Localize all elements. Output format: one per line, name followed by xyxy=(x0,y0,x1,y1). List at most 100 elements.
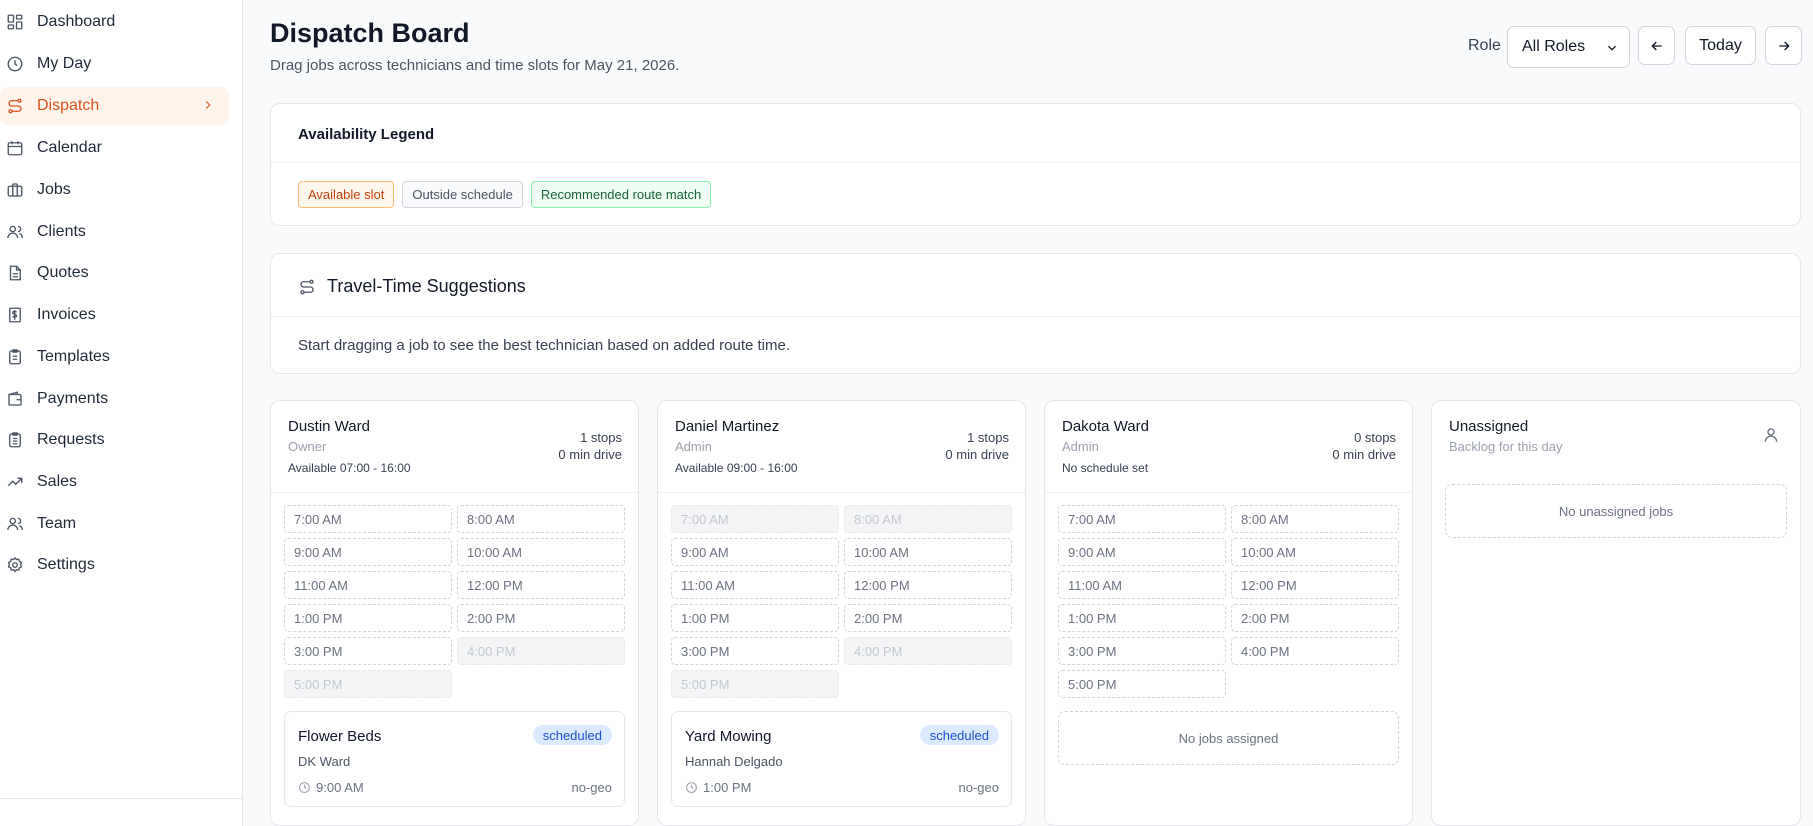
clock-icon xyxy=(299,782,310,793)
time-slot[interactable]: 10:00 AM xyxy=(1231,538,1399,566)
sidebar-item-clients[interactable]: Clients xyxy=(0,213,229,251)
unassigned-subtitle: Backlog for this day xyxy=(1449,439,1563,454)
time-slot[interactable]: 1:00 PM xyxy=(284,604,452,632)
sidebar-item-jobs[interactable]: Jobs xyxy=(0,171,229,209)
sidebar-item-dispatch[interactable]: Dispatch xyxy=(0,87,229,125)
technician-role: Owner xyxy=(288,439,327,454)
route-icon xyxy=(6,97,24,115)
job-geo: no-geo xyxy=(571,780,612,795)
job-card[interactable]: Flower Beds scheduled DK Ward 9:00 AM no… xyxy=(284,711,625,807)
legend-title: Availability Legend xyxy=(298,126,435,143)
time-slot[interactable]: 3:00 PM xyxy=(284,637,452,665)
sidebar: Dashboard My Day Dispatch Calendar Jobs … xyxy=(0,0,243,826)
clipboard-icon xyxy=(6,348,24,366)
time-slot[interactable]: 1:00 PM xyxy=(671,604,839,632)
today-button[interactable]: Today xyxy=(1685,26,1756,65)
sidebar-item-invoices[interactable]: Invoices xyxy=(0,296,229,334)
sidebar-item-label: Jobs xyxy=(37,181,71,198)
time-slot[interactable]: 5:00 PM xyxy=(1058,670,1226,698)
sidebar-item-payments[interactable]: Payments xyxy=(0,380,229,418)
sidebar-item-calendar[interactable]: Calendar xyxy=(0,129,229,167)
travel-time-card: Travel-Time Suggestions Start dragging a… xyxy=(270,253,1801,374)
sidebar-item-requests[interactable]: Requests xyxy=(0,421,229,459)
page-title: Dispatch Board xyxy=(270,18,470,48)
time-slot[interactable]: 5:00 PM xyxy=(671,670,839,698)
travel-title: Travel-Time Suggestions xyxy=(298,276,526,297)
user-icon xyxy=(1764,428,1778,442)
sidebar-item-settings[interactable]: Settings xyxy=(0,546,229,584)
route-icon xyxy=(300,279,314,294)
next-day-button[interactable] xyxy=(1765,26,1802,65)
sidebar-item-sales[interactable]: Sales xyxy=(0,463,229,501)
time-slot[interactable]: 10:00 AM xyxy=(844,538,1012,566)
no-unassigned-placeholder: No unassigned jobs xyxy=(1445,484,1787,538)
time-slot[interactable]: 4:00 PM xyxy=(1231,637,1399,665)
previous-day-button[interactable] xyxy=(1638,26,1675,65)
sidebar-item-label: Invoices xyxy=(37,306,96,323)
divider xyxy=(658,492,1025,493)
clock-icon xyxy=(6,55,24,73)
job-title: Flower Beds xyxy=(298,728,382,745)
time-slot[interactable]: 7:00 AM xyxy=(284,505,452,533)
time-slot[interactable]: 3:00 PM xyxy=(671,637,839,665)
time-slot-grid: 7:00 AM 8:00 AM 9:00 AM 10:00 AM 11:00 AM 12:… xyxy=(284,505,625,698)
time-slot[interactable]: 10:00 AM xyxy=(457,538,625,566)
sidebar-item-templates[interactable]: Templates xyxy=(0,338,229,376)
time-slot[interactable]: 4:00 PM xyxy=(457,637,625,665)
travel-title-text: Travel-Time Suggestions xyxy=(327,276,526,296)
sidebar-item-dashboard[interactable]: Dashboard xyxy=(0,3,229,41)
time-slot[interactable]: 5:00 PM xyxy=(284,670,452,698)
briefcase-icon xyxy=(6,181,24,199)
time-slot[interactable]: 9:00 AM xyxy=(1058,538,1226,566)
legend-badges: Available slot Outside schedule Recommen… xyxy=(298,181,712,208)
divider xyxy=(271,492,638,493)
role-select[interactable]: All Roles xyxy=(1507,26,1630,68)
role-select-value: All Roles xyxy=(1522,38,1586,55)
time-slot[interactable]: 9:00 AM xyxy=(671,538,839,566)
time-slot[interactable]: 3:00 PM xyxy=(1058,637,1226,665)
sidebar-item-team[interactable]: Team xyxy=(0,505,229,543)
time-slot[interactable]: 7:00 AM xyxy=(1058,505,1226,533)
technician-column: Dakota Ward Admin No schedule set 0 stop… xyxy=(1044,400,1413,826)
technician-drive: 0 min drive xyxy=(1332,447,1396,462)
time-slot[interactable]: 12:00 PM xyxy=(1231,571,1399,599)
availability-legend-card: Availability Legend Available slot Outsi… xyxy=(270,103,1801,226)
status-badge: scheduled xyxy=(532,725,612,745)
chevron-right-icon xyxy=(205,101,211,109)
job-card[interactable]: Yard Mowing scheduled Hannah Delgado 1:0… xyxy=(671,711,1012,807)
time-slot[interactable]: 11:00 AM xyxy=(284,571,452,599)
legend-outside-schedule: Outside schedule xyxy=(402,181,523,208)
time-slot[interactable]: 2:00 PM xyxy=(457,604,625,632)
technician-drive: 0 min drive xyxy=(945,447,1009,462)
sidebar-item-label: Dashboard xyxy=(37,13,116,30)
sidebar-item-my-day[interactable]: My Day xyxy=(0,45,229,83)
job-client: Hannah Delgado xyxy=(685,754,783,769)
gear-icon xyxy=(6,556,24,574)
divider xyxy=(271,162,1800,163)
time-slot[interactable]: 2:00 PM xyxy=(844,604,1012,632)
time-slot[interactable]: 8:00 AM xyxy=(457,505,625,533)
technician-availability: Available 07:00 - 16:00 xyxy=(288,461,411,475)
technician-availability: No schedule set xyxy=(1062,461,1149,475)
time-slot[interactable]: 7:00 AM xyxy=(671,505,839,533)
sidebar-item-label: Templates xyxy=(37,348,110,365)
time-slot[interactable]: 11:00 AM xyxy=(671,571,839,599)
dashboard-icon xyxy=(6,13,24,31)
time-slot[interactable]: 8:00 AM xyxy=(1231,505,1399,533)
time-slot[interactable]: 2:00 PM xyxy=(1231,604,1399,632)
time-slot[interactable]: 8:00 AM xyxy=(844,505,1012,533)
time-slot[interactable]: 9:00 AM xyxy=(284,538,452,566)
time-slot[interactable]: 12:00 PM xyxy=(457,571,625,599)
time-slot[interactable]: 4:00 PM xyxy=(844,637,1012,665)
document-icon xyxy=(6,264,24,282)
time-slot[interactable]: 11:00 AM xyxy=(1058,571,1226,599)
no-jobs-placeholder: No jobs assigned xyxy=(1058,711,1399,765)
sidebar-item-label: Quotes xyxy=(37,264,89,281)
job-time: 1:00 PM xyxy=(685,780,751,795)
time-slot[interactable]: 1:00 PM xyxy=(1058,604,1226,632)
unassigned-title: Unassigned xyxy=(1449,418,1529,435)
sidebar-item-quotes[interactable]: Quotes xyxy=(0,254,229,292)
time-slot[interactable]: 12:00 PM xyxy=(844,571,1012,599)
sidebar-item-label: My Day xyxy=(37,55,92,72)
technician-name: Dakota Ward xyxy=(1062,418,1149,435)
